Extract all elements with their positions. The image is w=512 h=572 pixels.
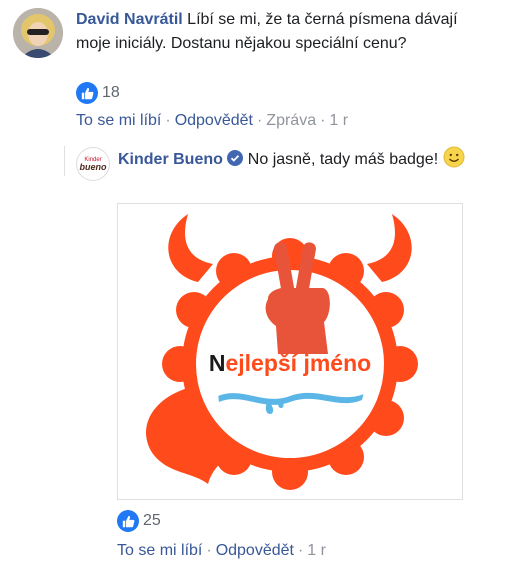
avatar-david[interactable] — [13, 8, 63, 58]
badge-image[interactable]: Nejlepší jméno — [117, 203, 463, 500]
like-icon — [117, 510, 139, 532]
reply-body: Kinder Bueno No jasně, tady máš badge! — [118, 146, 498, 173]
thread-connector — [64, 146, 65, 176]
comment-like-link[interactable]: To se mi líbí — [76, 112, 161, 129]
svg-text:bueno: bueno — [80, 162, 107, 172]
comment-reaction-count: 18 — [102, 84, 120, 101]
reply-actions: To se mi líbí · Odpovědět · 1 r — [117, 542, 326, 559]
reply-reply-link[interactable]: Odpovědět — [216, 542, 294, 559]
comment-reply-link[interactable]: Odpovědět — [175, 112, 253, 129]
comment-actions: To se mi líbí · Odpovědět · Zpráva · 1 r — [76, 112, 349, 129]
reply-like-link[interactable]: To se mi líbí — [117, 542, 202, 559]
reply-text: No jasně, tady máš badge! — [247, 151, 439, 168]
comment-message-link[interactable]: Zpráva — [266, 112, 316, 129]
smile-emoji-icon — [443, 146, 465, 168]
reply-reactions[interactable]: 25 — [117, 510, 161, 532]
comment-body: David Navrátil Líbí se mi, že ta černá p… — [76, 8, 496, 56]
like-icon — [76, 82, 98, 104]
verified-icon — [227, 150, 244, 166]
svg-text:Nejlepší jméno: Nejlepší jméno — [209, 350, 371, 376]
comment-author[interactable]: David Navrátil — [76, 11, 183, 28]
comment-timestamp[interactable]: 1 r — [329, 112, 348, 129]
reply-author[interactable]: Kinder Bueno — [118, 151, 223, 168]
avatar-kinder-bueno[interactable]: Kinder bueno — [76, 147, 110, 181]
reply-timestamp[interactable]: 1 r — [307, 542, 326, 559]
comment-reactions[interactable]: 18 — [76, 82, 120, 104]
reply-reaction-count: 25 — [143, 512, 161, 529]
